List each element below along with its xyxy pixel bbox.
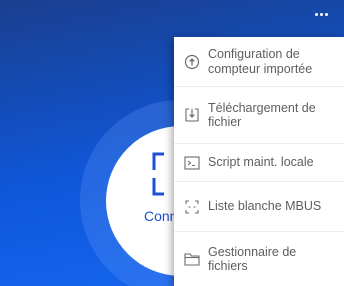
overflow-menu: Configuration de compteur importée Téléc… [174,37,344,286]
menu-item-file-manager[interactable]: Gestionnaire de fichiers [174,232,344,286]
connect-bracket-icon [152,152,164,196]
connect-label: Conn [144,208,178,224]
main-screen: Conn Configuration de compteur importée … [0,0,344,286]
menu-item-label: Configuration de compteur importée [208,47,313,76]
bracket-list-icon [183,198,201,216]
download-file-icon [183,106,201,124]
menu-item-local-maintenance-script[interactable]: Script maint. locale [174,144,344,182]
menu-item-mbus-whitelist[interactable]: Liste blanche MBUS [174,182,344,232]
menu-item-label: Liste blanche MBUS [208,199,322,214]
terminal-icon [183,154,201,172]
menu-item-label: Script maint. locale [208,155,314,170]
more-dot [324,12,328,16]
folder-icon [183,250,201,268]
menu-item-imported-meter-config[interactable]: Configuration de compteur importée [174,37,344,87]
menu-item-label: Téléchargement de fichier [208,100,316,130]
more-dot [319,12,323,16]
menu-item-file-download[interactable]: Téléchargement de fichier [174,87,344,144]
upload-circle-icon [183,53,201,71]
more-dot [314,12,318,16]
menu-item-label: Gestionnaire de fichiers [208,244,297,274]
more-options-button[interactable] [308,4,334,24]
